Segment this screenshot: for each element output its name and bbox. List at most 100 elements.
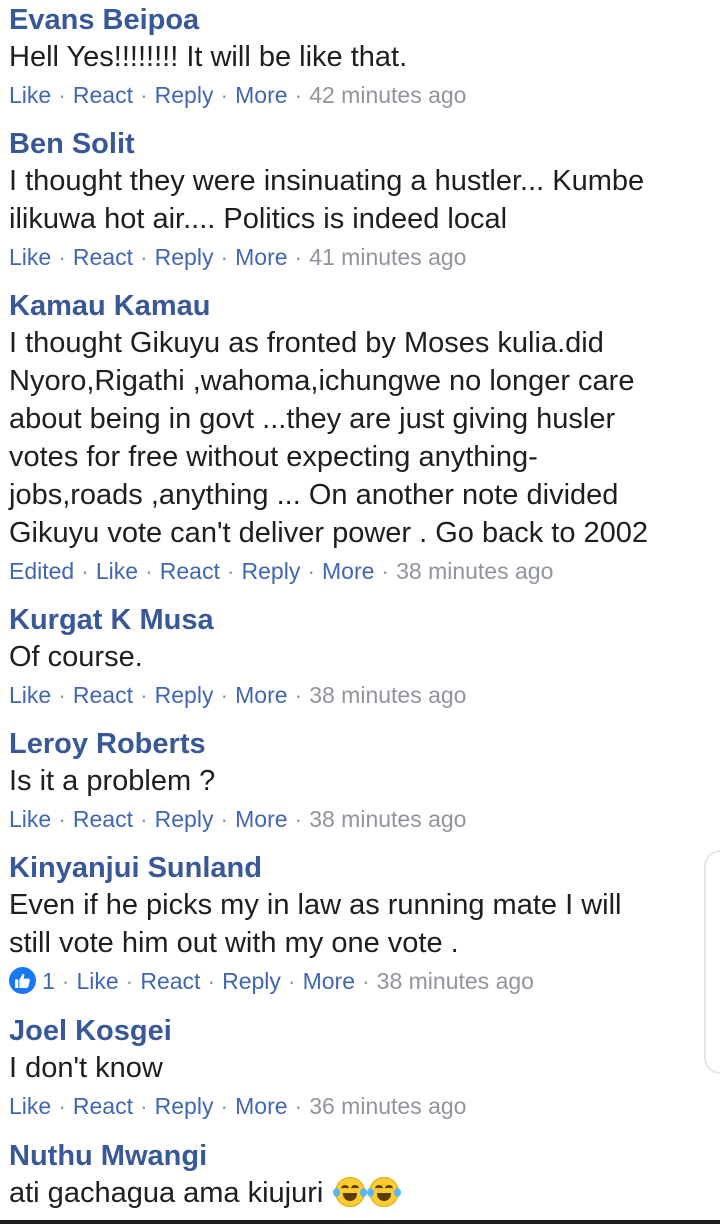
comment-author[interactable]: Joel Kosgei xyxy=(9,1013,708,1049)
separator-dot: · xyxy=(207,968,216,994)
comment-text-line: Even if he picks my in law as running ma… xyxy=(9,889,622,921)
separator-dot: · xyxy=(220,806,229,832)
comment-author[interactable]: Evans Beipoa xyxy=(9,2,708,38)
comment-actions: Like · React · Reply · More · 38 minutes ago xyxy=(9,680,708,710)
tears-of-joy-icon xyxy=(333,1177,368,1207)
separator-dot: · xyxy=(294,244,303,270)
comment: Kurgat K Musa Of course. Like · React · Repl… xyxy=(9,602,708,710)
like-link[interactable]: Like xyxy=(9,1093,51,1119)
comment-text-line: I thought they were insinuating a hustle… xyxy=(9,165,645,197)
more-link[interactable]: More xyxy=(235,244,287,270)
separator-dot: · xyxy=(287,968,296,994)
reply-link[interactable]: Reply xyxy=(242,558,301,584)
separator-dot: · xyxy=(139,82,148,108)
comment: Evans Beipoa Hell Yes!!!!!!!! It will be… xyxy=(9,2,708,110)
comment-text-line: votes for free without expecting anythin… xyxy=(9,441,538,473)
comment-actions: Like · React · Reply · More · 41 minutes ago xyxy=(9,242,708,272)
more-link[interactable]: More xyxy=(235,806,287,832)
comment-text-line: ilikuwa hot air.... Politics is indeed l… xyxy=(9,203,508,235)
comment-author[interactable]: Nuthu Mwangi xyxy=(9,1138,708,1174)
like-reaction-icon[interactable] xyxy=(9,967,36,994)
comment: Nuthu Mwangi ati gachagua ama kiujuri xyxy=(9,1138,708,1212)
like-link[interactable]: Like xyxy=(9,82,51,108)
comment-text-line: Nyoro,Rigathi ,wahoma,ichungwe no longer… xyxy=(9,365,635,397)
reply-link[interactable]: Reply xyxy=(155,82,214,108)
separator-dot: · xyxy=(294,806,303,832)
reply-link[interactable]: Reply xyxy=(155,682,214,708)
comment-timestamp: 38 minutes ago xyxy=(376,968,534,994)
like-link[interactable]: Like xyxy=(96,558,138,584)
comment: Kinyanjui Sunland Even if he picks my in… xyxy=(9,850,708,996)
react-link[interactable]: React xyxy=(73,244,133,270)
separator-dot: · xyxy=(220,244,229,270)
comment-text-line: ati gachagua ama kiujuri xyxy=(9,1174,708,1212)
separator-dot: · xyxy=(139,682,148,708)
comment: Joel Kosgei I don't know Like · React · Repl… xyxy=(9,1013,708,1121)
separator-dot: · xyxy=(139,244,148,270)
like-link[interactable]: Like xyxy=(9,682,51,708)
comment-actions: Like · React · Reply · More · 42 minutes ago xyxy=(9,80,708,110)
comment-author[interactable]: Ben Solit xyxy=(9,126,708,162)
separator-dot: · xyxy=(294,1093,303,1119)
comment-author[interactable]: Leroy Roberts xyxy=(9,726,708,762)
like-link[interactable]: Like xyxy=(9,244,51,270)
separator-dot: · xyxy=(139,1093,148,1119)
comment-author[interactable]: Kinyanjui Sunland xyxy=(9,850,708,886)
comment-timestamp: 38 minutes ago xyxy=(396,558,554,584)
comment-author[interactable]: Kamau Kamau xyxy=(9,288,708,324)
react-link[interactable]: React xyxy=(140,968,200,994)
separator-dot: · xyxy=(220,682,229,708)
separator-dot: · xyxy=(58,1093,66,1119)
comment-actions: Edited · Like · React · Reply · More · 38 minutes … xyxy=(9,556,708,586)
comment: Leroy Roberts Is it a problem ? Like · Rea… xyxy=(9,726,708,834)
comment-author[interactable]: Kurgat K Musa xyxy=(9,602,708,638)
separator-dot: · xyxy=(58,682,66,708)
separator-dot: · xyxy=(220,82,229,108)
separator-dot: · xyxy=(294,82,303,108)
comment: Kamau Kamau I thought Gikuyu as fronted … xyxy=(9,288,708,586)
more-link[interactable]: More xyxy=(235,1093,287,1119)
separator-dot: · xyxy=(307,558,316,584)
react-link[interactable]: React xyxy=(73,82,133,108)
comment-actions: Like · React · Reply · More · 38 minutes ago xyxy=(9,804,708,834)
react-link[interactable]: React xyxy=(73,806,133,832)
comment-actions: Like · React · Reply · More · 36 minutes ago xyxy=(9,1091,708,1121)
more-link[interactable]: More xyxy=(303,968,355,994)
reply-link[interactable]: Reply xyxy=(155,806,214,832)
comment-timestamp: 36 minutes ago xyxy=(309,1093,467,1119)
comment-timestamp: 38 minutes ago xyxy=(309,806,467,832)
like-link[interactable]: Like xyxy=(9,806,51,832)
separator-dot: · xyxy=(61,968,70,994)
comment-text-line: Is it a problem ? xyxy=(9,765,216,797)
separator-dot: · xyxy=(81,558,89,584)
comment-actions: 1 · Like · React · Reply · More · 38 minutes ago xyxy=(9,966,708,996)
comment-text-line: still vote him out with my one vote . xyxy=(9,927,459,959)
reply-link[interactable]: Reply xyxy=(222,968,281,994)
react-link[interactable]: React xyxy=(73,1093,133,1119)
comment-text-line: I thought Gikuyu as fronted by Moses kul… xyxy=(9,327,604,359)
react-link[interactable]: React xyxy=(73,682,133,708)
tears-of-joy-icon xyxy=(367,1177,402,1207)
comment-text-line: Hell Yes!!!!!!!! It will be like that. xyxy=(9,41,408,73)
edited-indicator[interactable]: Edited xyxy=(9,558,74,584)
more-link[interactable]: More xyxy=(322,558,374,584)
comment: Ben Solit I thought they were insinuatin… xyxy=(9,126,708,272)
comment-text-line: I don't know xyxy=(9,1052,163,1084)
like-link[interactable]: Like xyxy=(76,968,118,994)
reply-link[interactable]: Reply xyxy=(155,1093,214,1119)
separator-dot: · xyxy=(381,558,390,584)
separator-dot: · xyxy=(58,82,66,108)
like-count[interactable]: 1 xyxy=(42,968,55,994)
separator-dot: · xyxy=(220,1093,229,1119)
comment-text: ati gachagua ama kiujuri xyxy=(9,1177,324,1209)
more-link[interactable]: More xyxy=(235,82,287,108)
separator-dot: · xyxy=(139,806,148,832)
bottom-edge-divider xyxy=(0,1220,720,1224)
scroll-handle[interactable] xyxy=(704,850,720,1074)
comment-text-line: jobs,roads ,anything ... On another note… xyxy=(9,479,619,511)
comment-text-line: Of course. xyxy=(9,641,143,673)
react-link[interactable]: React xyxy=(160,558,220,584)
reply-link[interactable]: Reply xyxy=(155,244,214,270)
separator-dot: · xyxy=(226,558,235,584)
more-link[interactable]: More xyxy=(235,682,287,708)
